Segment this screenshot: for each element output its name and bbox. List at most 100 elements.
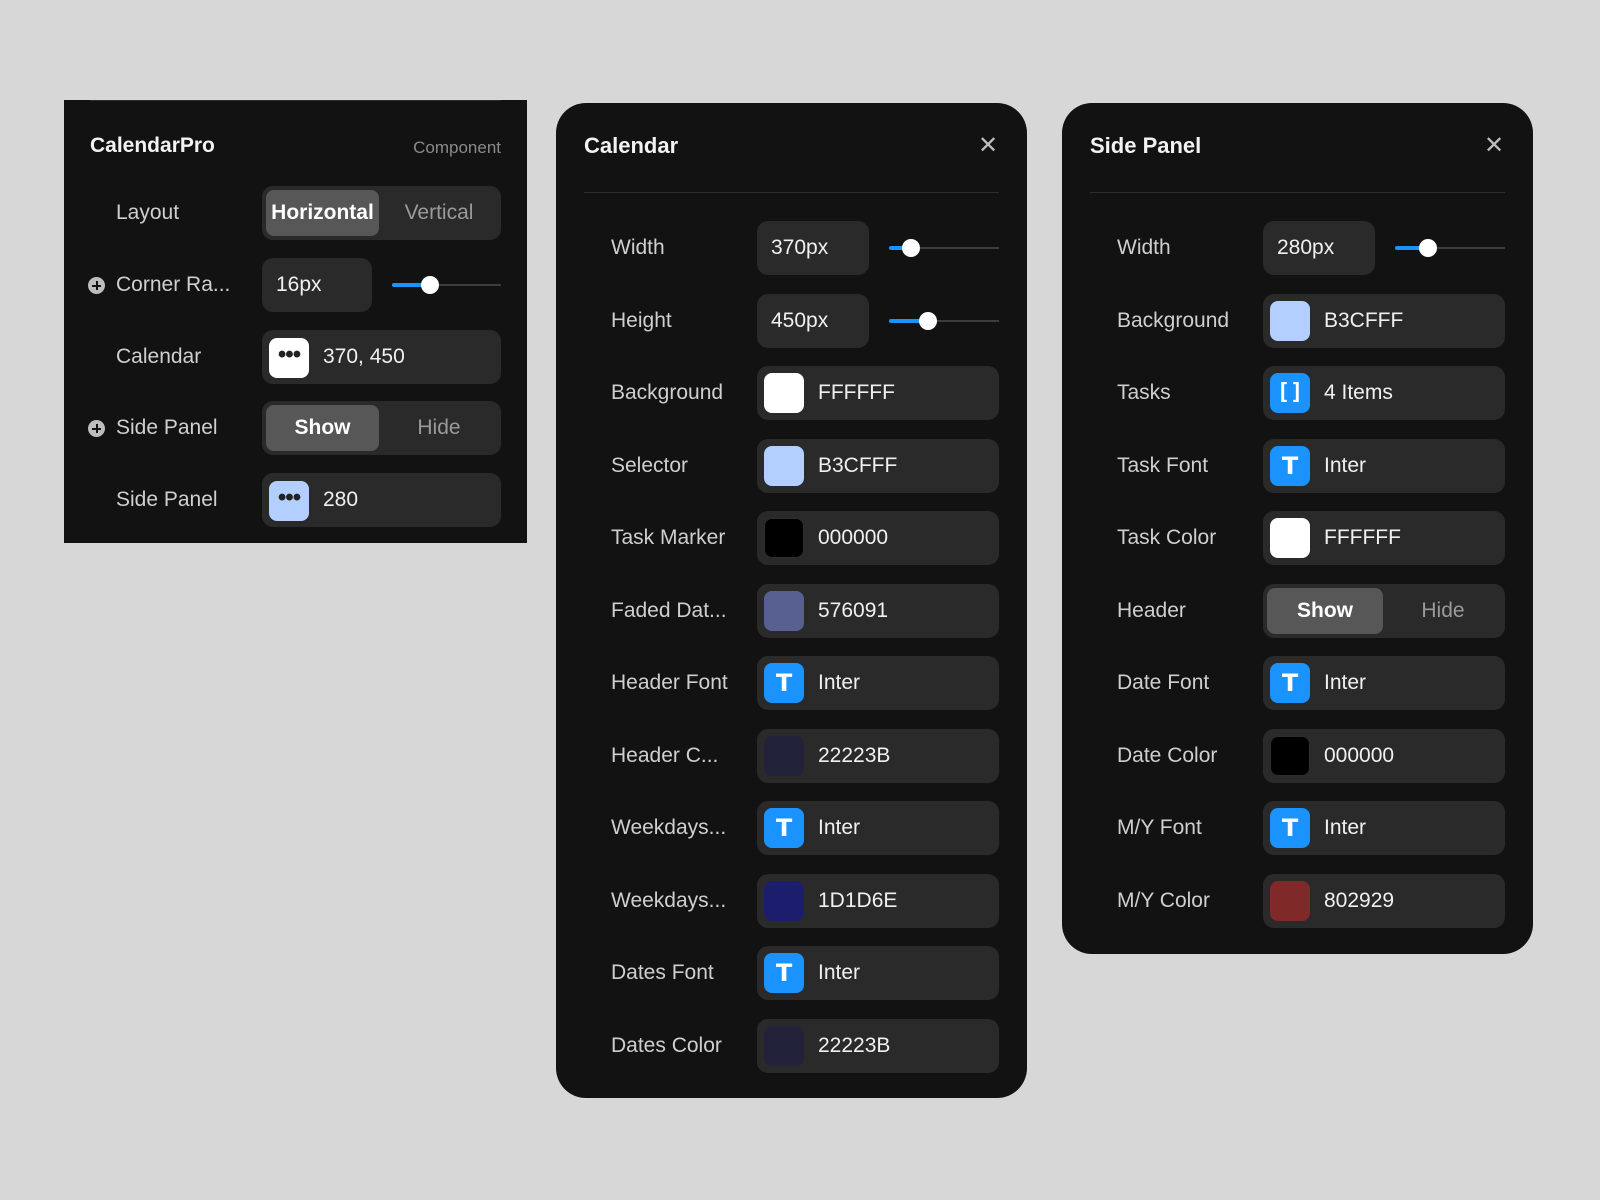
row-header-font-6: Header Font T Inter <box>584 656 999 710</box>
header-font-6-field[interactable]: T Inter <box>757 656 999 710</box>
row-label: Task Font <box>1117 454 1209 477</box>
row-label: Dates Color <box>611 1034 722 1057</box>
field-value: Inter <box>818 961 861 984</box>
date-font-6-field[interactable]: T Inter <box>1263 656 1505 710</box>
header-5-segmented: Show Hide <box>1263 584 1505 638</box>
color-swatch[interactable] <box>1270 301 1310 341</box>
selector-3-field[interactable]: B3CFFF <box>757 439 999 493</box>
expand-plus-icon[interactable] <box>88 277 105 294</box>
panel-subtitle: Component <box>413 138 501 157</box>
date-color-7-field[interactable]: 000000 <box>1263 729 1505 783</box>
row-task-font-3: Task Font T Inter <box>1090 439 1505 493</box>
field-value: Inter <box>818 671 861 694</box>
font-icon: T <box>1270 446 1310 486</box>
layout-segmented: Horizontal Vertical <box>262 186 501 240</box>
row-faded-dat-5: Faded Dat... 576091 <box>584 584 999 638</box>
field-value: 576091 <box>818 599 889 622</box>
color-swatch[interactable] <box>764 518 804 558</box>
row-label: Dates Font <box>611 961 714 984</box>
row-label: M/Y Font <box>1117 816 1202 839</box>
header-5-option-hide[interactable]: Hide <box>1385 588 1501 634</box>
row-dates-color-11: Dates Color 22223B <box>584 1019 999 1073</box>
row-label: Task Color <box>1117 526 1217 549</box>
slider-knob[interactable] <box>902 239 920 257</box>
expand-plus-icon[interactable] <box>88 420 105 437</box>
header-c-7-field[interactable]: 22223B <box>757 729 999 783</box>
task-font-3-field[interactable]: T Inter <box>1263 439 1505 493</box>
layout-option-vertical[interactable]: Vertical <box>381 190 497 236</box>
side-panel-segmented: Show Hide <box>262 401 501 455</box>
side-panel-option-show[interactable]: Show <box>266 405 379 451</box>
width-0-slider[interactable] <box>889 238 999 258</box>
divider <box>90 100 501 101</box>
weekdays-8-field[interactable]: T Inter <box>757 801 999 855</box>
row-label: Corner Ra... <box>116 273 231 296</box>
row-label: Background <box>611 381 724 404</box>
row-weekdays-9: Weekdays... 1D1D6E <box>584 874 999 928</box>
row-header-c-7: Header C... 22223B <box>584 729 999 783</box>
row-label: Header C... <box>611 744 719 767</box>
dates-color-11-field[interactable]: 22223B <box>757 1019 999 1073</box>
slider-knob[interactable] <box>421 276 439 294</box>
side-panel-option-hide[interactable]: Hide <box>381 405 497 451</box>
height-1-slider[interactable] <box>889 311 999 331</box>
color-swatch[interactable] <box>1270 736 1310 776</box>
height-1-input[interactable]: 450px <box>757 294 869 348</box>
field-value: Inter <box>1324 454 1367 477</box>
background-1-field[interactable]: B3CFFF <box>1263 294 1505 348</box>
row-date-font-6: Date Font T Inter <box>1090 656 1505 710</box>
color-swatch[interactable] <box>764 446 804 486</box>
header-5-option-show[interactable]: Show <box>1267 588 1383 634</box>
calendar-object-field[interactable]: ••• 370, 450 <box>262 330 501 384</box>
corner-radius-slider[interactable] <box>392 275 501 295</box>
background-2-field[interactable]: FFFFFF <box>757 366 999 420</box>
row-side-panel-toggle: Side Panel Show Hide <box>88 401 501 455</box>
weekdays-9-field[interactable]: 1D1D6E <box>757 874 999 928</box>
row-weekdays-8: Weekdays... T Inter <box>584 801 999 855</box>
row-label: Width <box>1117 236 1171 259</box>
tasks-2-field[interactable]: [] 4 Items <box>1263 366 1505 420</box>
row-task-marker-4: Task Marker 000000 <box>584 511 999 565</box>
dates-font-10-field[interactable]: T Inter <box>757 946 999 1000</box>
font-icon: T <box>764 663 804 703</box>
layout-option-horizontal[interactable]: Horizontal <box>266 190 379 236</box>
row-label: Weekdays... <box>611 816 727 839</box>
row-label: Height <box>611 309 672 332</box>
slider-knob[interactable] <box>919 312 937 330</box>
row-corner-radius: Corner Ra... 16px <box>88 258 501 312</box>
color-swatch[interactable] <box>764 1026 804 1066</box>
task-color-4-field[interactable]: FFFFFF <box>1263 511 1505 565</box>
field-value: B3CFFF <box>1324 309 1404 332</box>
side-panel-panel: Side Panel ✕ Width 280px Background B3CFFF T… <box>1062 103 1533 954</box>
m-y-font-8-field[interactable]: T Inter <box>1263 801 1505 855</box>
corner-radius-input[interactable]: 16px <box>262 258 372 312</box>
row-label: Selector <box>611 454 689 477</box>
side-panel-object-field[interactable]: ••• 280 <box>262 473 501 527</box>
color-swatch[interactable] <box>1270 518 1310 558</box>
close-icon[interactable]: ✕ <box>1483 134 1505 158</box>
width-0-input[interactable]: 280px <box>1263 221 1375 275</box>
m-y-color-9-field[interactable]: 802929 <box>1263 874 1505 928</box>
task-marker-4-field[interactable]: 000000 <box>757 511 999 565</box>
field-value: 370, 450 <box>323 345 405 368</box>
row-label: Date Font <box>1117 671 1210 694</box>
row-width-0: Width 370px <box>584 221 999 275</box>
font-icon: T <box>1270 663 1310 703</box>
field-value: 280 <box>323 488 359 511</box>
slider-knob[interactable] <box>1419 239 1437 257</box>
close-icon[interactable]: ✕ <box>977 134 999 158</box>
faded-dat-5-field[interactable]: 576091 <box>757 584 999 638</box>
array-brackets-icon: [] <box>1270 373 1310 413</box>
color-swatch[interactable] <box>1270 881 1310 921</box>
color-swatch[interactable] <box>764 373 804 413</box>
row-label: Background <box>1117 309 1230 332</box>
font-icon: T <box>1270 808 1310 848</box>
width-0-slider[interactable] <box>1395 238 1505 258</box>
row-label: M/Y Color <box>1117 889 1210 912</box>
color-swatch[interactable] <box>764 881 804 921</box>
width-0-input[interactable]: 370px <box>757 221 869 275</box>
field-value: Inter <box>1324 816 1367 839</box>
component-panel: CalendarPro Component Layout Horizontal … <box>64 100 527 543</box>
color-swatch[interactable] <box>764 736 804 776</box>
color-swatch[interactable] <box>764 591 804 631</box>
